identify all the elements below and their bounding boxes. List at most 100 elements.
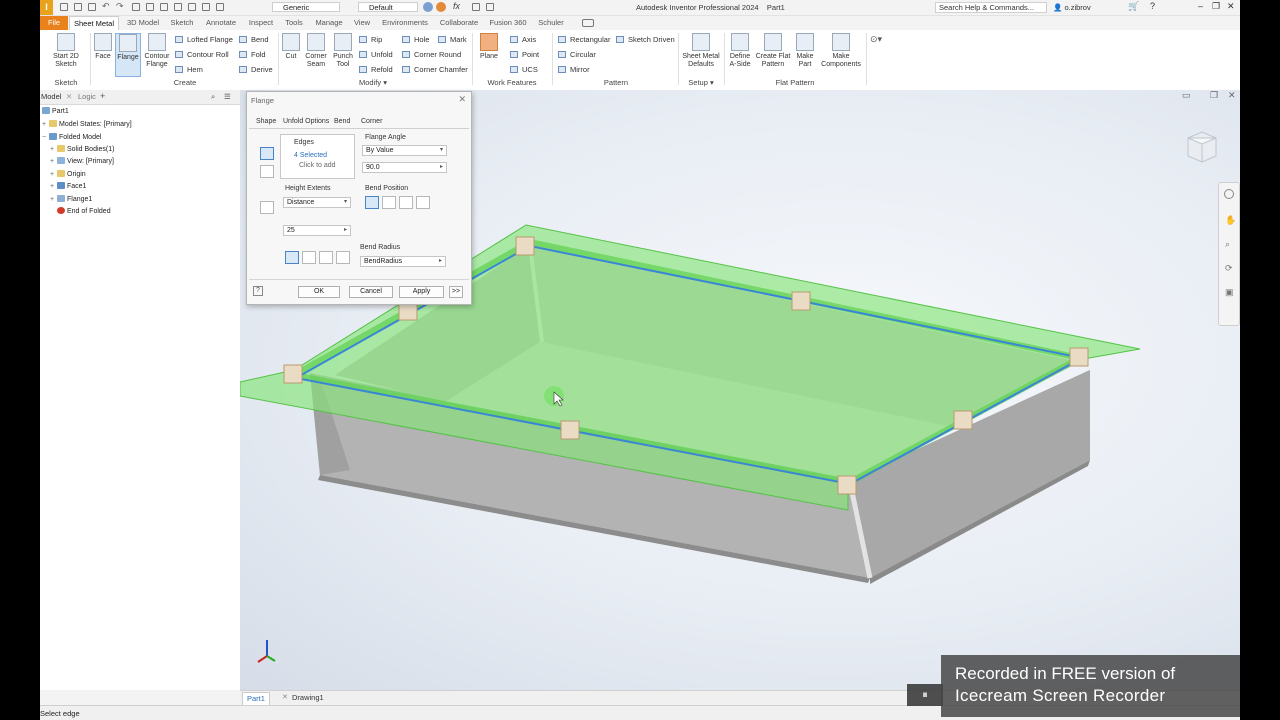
edges-selection-box[interactable]: Edges 4 Selected Click to add xyxy=(280,134,355,179)
flange-button[interactable]: Flange xyxy=(115,33,141,77)
tab-3d-model[interactable]: 3D Model xyxy=(124,16,162,30)
height-datum-3-button[interactable] xyxy=(319,251,333,264)
tab-sketch[interactable]: Sketch xyxy=(166,16,198,30)
height-datum-2-button[interactable] xyxy=(302,251,316,264)
tab-file[interactable]: File xyxy=(40,16,68,30)
orbit-icon[interactable]: ⟳ xyxy=(1225,263,1233,274)
open-file-icon[interactable] xyxy=(74,3,82,11)
tree-node-model-states[interactable]: + Model States: [Primary] xyxy=(42,119,132,130)
view-cube[interactable] xyxy=(1180,126,1220,166)
circular-pattern-button[interactable]: Circular xyxy=(558,49,596,60)
contour-roll-button[interactable]: Contour Roll xyxy=(175,49,229,60)
tree-node-flange1[interactable]: + Flange1 xyxy=(50,194,92,205)
height-datum-1-button[interactable] xyxy=(285,251,299,264)
rip-button[interactable]: Rip xyxy=(359,34,382,45)
flip-direction-button[interactable] xyxy=(260,201,274,214)
bend-glyph[interactable] xyxy=(953,410,973,430)
bend-position-outside-button[interactable] xyxy=(382,196,396,209)
clear-appearance-icon[interactable] xyxy=(436,2,446,12)
update-icon[interactable] xyxy=(146,3,154,11)
corner-round-button[interactable]: Corner Round xyxy=(402,49,461,60)
doc-tab-drawing1[interactable]: Drawing1 xyxy=(288,692,328,704)
cut-button[interactable]: Cut xyxy=(280,33,302,61)
sheet-metal-defaults-button[interactable]: Sheet Metal Defaults xyxy=(680,33,722,69)
apply-button[interactable]: Apply xyxy=(399,286,444,298)
tree-node-view[interactable]: + View: [Primary] xyxy=(50,156,114,167)
ok-button[interactable]: OK xyxy=(298,286,340,298)
tree-node-part1[interactable]: Part1 xyxy=(42,106,69,117)
lofted-flange-button[interactable]: Lofted Flange xyxy=(175,34,233,45)
viewport-minimize-icon[interactable]: ▭ xyxy=(1182,90,1191,101)
refold-button[interactable]: Refold xyxy=(359,64,393,75)
plane-button[interactable]: Plane xyxy=(476,33,502,61)
tab-inspect[interactable]: Inspect xyxy=(244,16,278,30)
dialog-close-icon[interactable]: ✕ xyxy=(458,94,466,105)
unfold-button[interactable]: Unfold xyxy=(359,49,393,60)
cart-icon[interactable]: 🛒 xyxy=(1128,1,1139,12)
tree-node-end-of-folded[interactable]: End of Folded xyxy=(57,206,111,217)
inventor-logo-icon[interactable]: I xyxy=(40,0,53,15)
look-at-icon[interactable]: ▣ xyxy=(1225,287,1234,298)
expand-icon[interactable]: + xyxy=(50,156,57,167)
group-modify-label[interactable]: Modify ▾ xyxy=(280,78,466,87)
group-setup-label[interactable]: Setup ▾ xyxy=(680,78,722,87)
browser-tab-model[interactable]: Model xyxy=(41,92,61,101)
fx-parameters-icon[interactable]: fx xyxy=(453,1,460,11)
ilogic-icon[interactable] xyxy=(472,3,480,11)
bend-button[interactable]: Bend xyxy=(239,34,269,45)
mirror-button[interactable]: Mirror xyxy=(558,64,590,75)
steering-wheel-icon[interactable] xyxy=(1224,189,1234,199)
contour-flange-button[interactable]: Contour Flange xyxy=(142,33,172,69)
bend-position-inside-button[interactable] xyxy=(365,196,379,209)
fold-button[interactable]: Fold xyxy=(239,49,266,60)
loop-select-button[interactable] xyxy=(260,165,274,178)
punch-tool-button[interactable]: Punch Tool xyxy=(330,33,356,69)
expand-icon[interactable]: + xyxy=(42,119,49,130)
tab-fusion-360[interactable]: Fusion 360 xyxy=(487,16,529,30)
browser-menu-icon[interactable]: ☰ xyxy=(224,92,231,101)
restore-icon[interactable]: ❐ xyxy=(1212,1,1220,12)
height-extents-dropdown[interactable]: Distance ▾ xyxy=(283,197,351,208)
tree-node-origin[interactable]: + Origin xyxy=(50,169,86,180)
corner-seam-button[interactable]: Corner Seam xyxy=(303,33,329,69)
tree-node-solid-bodies[interactable]: + Solid Bodies(1) xyxy=(50,144,114,155)
sketch-driven-pattern-button[interactable]: Sketch Driven xyxy=(616,34,675,45)
material-icon[interactable] xyxy=(202,3,210,11)
dialog-tab-shape[interactable]: Shape xyxy=(256,118,276,125)
corner-chamfer-button[interactable]: Corner Chamfer xyxy=(402,64,468,75)
miter-glyph[interactable] xyxy=(1069,347,1089,367)
axis-button[interactable]: Axis xyxy=(510,34,536,45)
color-override-icon[interactable] xyxy=(423,2,433,12)
miter-glyph[interactable] xyxy=(837,475,857,495)
tab-sheet-metal[interactable]: Sheet Metal xyxy=(69,16,119,30)
dialog-tab-unfold-options[interactable]: Unfold Options xyxy=(283,118,329,125)
close-window-icon[interactable]: ✕ xyxy=(1227,1,1235,12)
point-button[interactable]: Point xyxy=(510,49,539,60)
tree-node-folded-model[interactable]: − Folded Model xyxy=(42,132,101,143)
height-datum-4-button[interactable] xyxy=(336,251,350,264)
zoom-icon[interactable]: ⌕ xyxy=(1225,239,1230,250)
miter-glyph[interactable] xyxy=(283,364,303,384)
viewport-maximize-icon[interactable]: ❐ xyxy=(1210,90,1218,101)
save-icon[interactable] xyxy=(88,3,96,11)
tab-manage[interactable]: Manage xyxy=(312,16,346,30)
sync-icon[interactable] xyxy=(216,3,224,11)
edge-select-button[interactable] xyxy=(260,147,274,160)
miter-glyph[interactable] xyxy=(515,236,535,256)
help-icon[interactable]: ? xyxy=(253,286,263,296)
face-button[interactable]: Face xyxy=(92,33,114,61)
appearance-icon[interactable] xyxy=(188,3,196,11)
collapse-icon[interactable]: − xyxy=(42,132,49,143)
tab-tools[interactable]: Tools xyxy=(281,16,307,30)
mark-button[interactable]: Mark xyxy=(438,34,467,45)
ribbon-options-icon[interactable]: ⊙▾ xyxy=(870,34,882,45)
height-value-input[interactable]: 25 ▸ xyxy=(283,225,351,236)
tab-annotate[interactable]: Annotate xyxy=(202,16,240,30)
bend-radius-input[interactable]: BendRadius ▸ xyxy=(360,256,446,267)
expand-icon[interactable]: + xyxy=(50,144,57,155)
start-2d-sketch-button[interactable]: Start 2D Sketch xyxy=(46,33,86,69)
flange-angle-input[interactable]: 90.0 ▸ xyxy=(362,162,447,173)
rectangular-pattern-button[interactable]: Rectangular xyxy=(558,34,610,45)
home-icon[interactable] xyxy=(132,3,140,11)
browser-tab-logic[interactable]: Logic xyxy=(78,92,96,101)
